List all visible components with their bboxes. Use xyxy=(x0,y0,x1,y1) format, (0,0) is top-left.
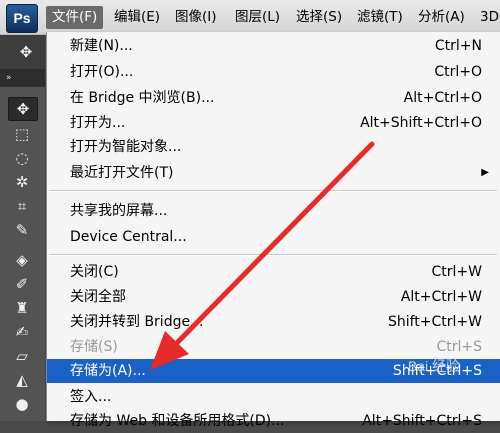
menu-select[interactable]: 选择(S) xyxy=(296,6,342,29)
menu-item-close[interactable]: 关闭(C) Ctrl+W xyxy=(47,260,500,284)
menu-item-new[interactable]: 新建(N)... Ctrl+N xyxy=(47,34,500,58)
menu-item-save-for-web[interactable]: 存储为 Web 和设备所用格式(D)... Alt+Shift+Ctrl+S xyxy=(47,409,500,433)
history-brush-tool-icon[interactable]: ✍ xyxy=(8,321,36,343)
menu-separator xyxy=(49,190,497,192)
collapse-icon[interactable]: » xyxy=(0,69,45,87)
menu-file[interactable]: 文件(F) xyxy=(46,6,104,29)
move-icon[interactable]: ✥ xyxy=(12,41,40,63)
menu-filter[interactable]: 滤镜(T) xyxy=(357,6,403,29)
menu-edit[interactable]: 编辑(E) xyxy=(114,6,160,29)
lasso-tool-icon[interactable]: ◌ xyxy=(8,147,36,169)
marquee-tool-icon[interactable]: ⬚ xyxy=(8,123,36,145)
crop-tool-icon[interactable]: ⌗ xyxy=(8,195,36,217)
menu-item-open[interactable]: 打开(O)... Ctrl+O xyxy=(47,60,500,84)
menu-layer[interactable]: 图层(L) xyxy=(235,6,280,29)
menu-item-open-as-smart-object[interactable]: 打开为智能对象... xyxy=(47,135,500,159)
magic-wand-tool-icon[interactable]: ✲ xyxy=(8,171,36,193)
options-strip: ✥ xyxy=(0,35,45,70)
menu-separator xyxy=(49,254,497,256)
menu-item-share-my-screen[interactable]: 共享我的屏幕... xyxy=(47,199,500,223)
watermark: Bai 经验 xyxy=(407,358,460,374)
menu-3d[interactable]: 3D xyxy=(480,6,499,29)
menu-image[interactable]: 图像(I) xyxy=(175,6,217,29)
eyedropper-tool-icon[interactable]: ✎ xyxy=(8,219,36,241)
submenu-arrow-icon: ▶ xyxy=(481,167,489,178)
paint-bucket-tool-icon[interactable]: ◭ xyxy=(8,369,36,391)
menu-item-close-and-go-to-bridge[interactable]: 关闭并转到 Bridge... Shift+Ctrl+W xyxy=(47,310,500,334)
menu-item-check-in[interactable]: 签入... xyxy=(47,385,500,409)
photoshop-logo: Ps xyxy=(6,4,38,33)
menu-item-open-as[interactable]: 打开为... Alt+Shift+Ctrl+O xyxy=(47,111,500,135)
menu-item-browse-in-bridge[interactable]: 在 Bridge 中浏览(B)... Alt+Ctrl+O xyxy=(47,86,500,110)
move-tool-icon[interactable]: ✥ xyxy=(8,97,38,121)
toolbox-header[interactable]: » xyxy=(0,69,45,87)
eraser-tool-icon[interactable]: ▱ xyxy=(8,345,36,367)
menu-analysis[interactable]: 分析(A) xyxy=(418,6,465,29)
blur-tool-icon[interactable]: ● xyxy=(8,393,36,415)
healing-brush-tool-icon[interactable]: ◈ xyxy=(8,249,36,271)
toolbox: ✥ » ✥ ⬚ ◌ ✲ ⌗ ✎ ◈ ✐ ♜ ✍ ▱ ◭ ● xyxy=(0,35,45,421)
menu-item-open-recent[interactable]: 最近打开文件(T) ▶ xyxy=(47,161,500,185)
brush-tool-icon[interactable]: ✐ xyxy=(8,273,36,295)
clone-stamp-tool-icon[interactable]: ♜ xyxy=(8,297,36,319)
menu-item-close-all[interactable]: 关闭全部 Alt+Ctrl+W xyxy=(47,285,500,309)
menu-bar: Ps 文件(F) 编辑(E) 图像(I) 图层(L) 选择(S) 滤镜(T) 分… xyxy=(0,0,500,35)
menu-item-device-central[interactable]: Device Central... xyxy=(47,225,500,249)
